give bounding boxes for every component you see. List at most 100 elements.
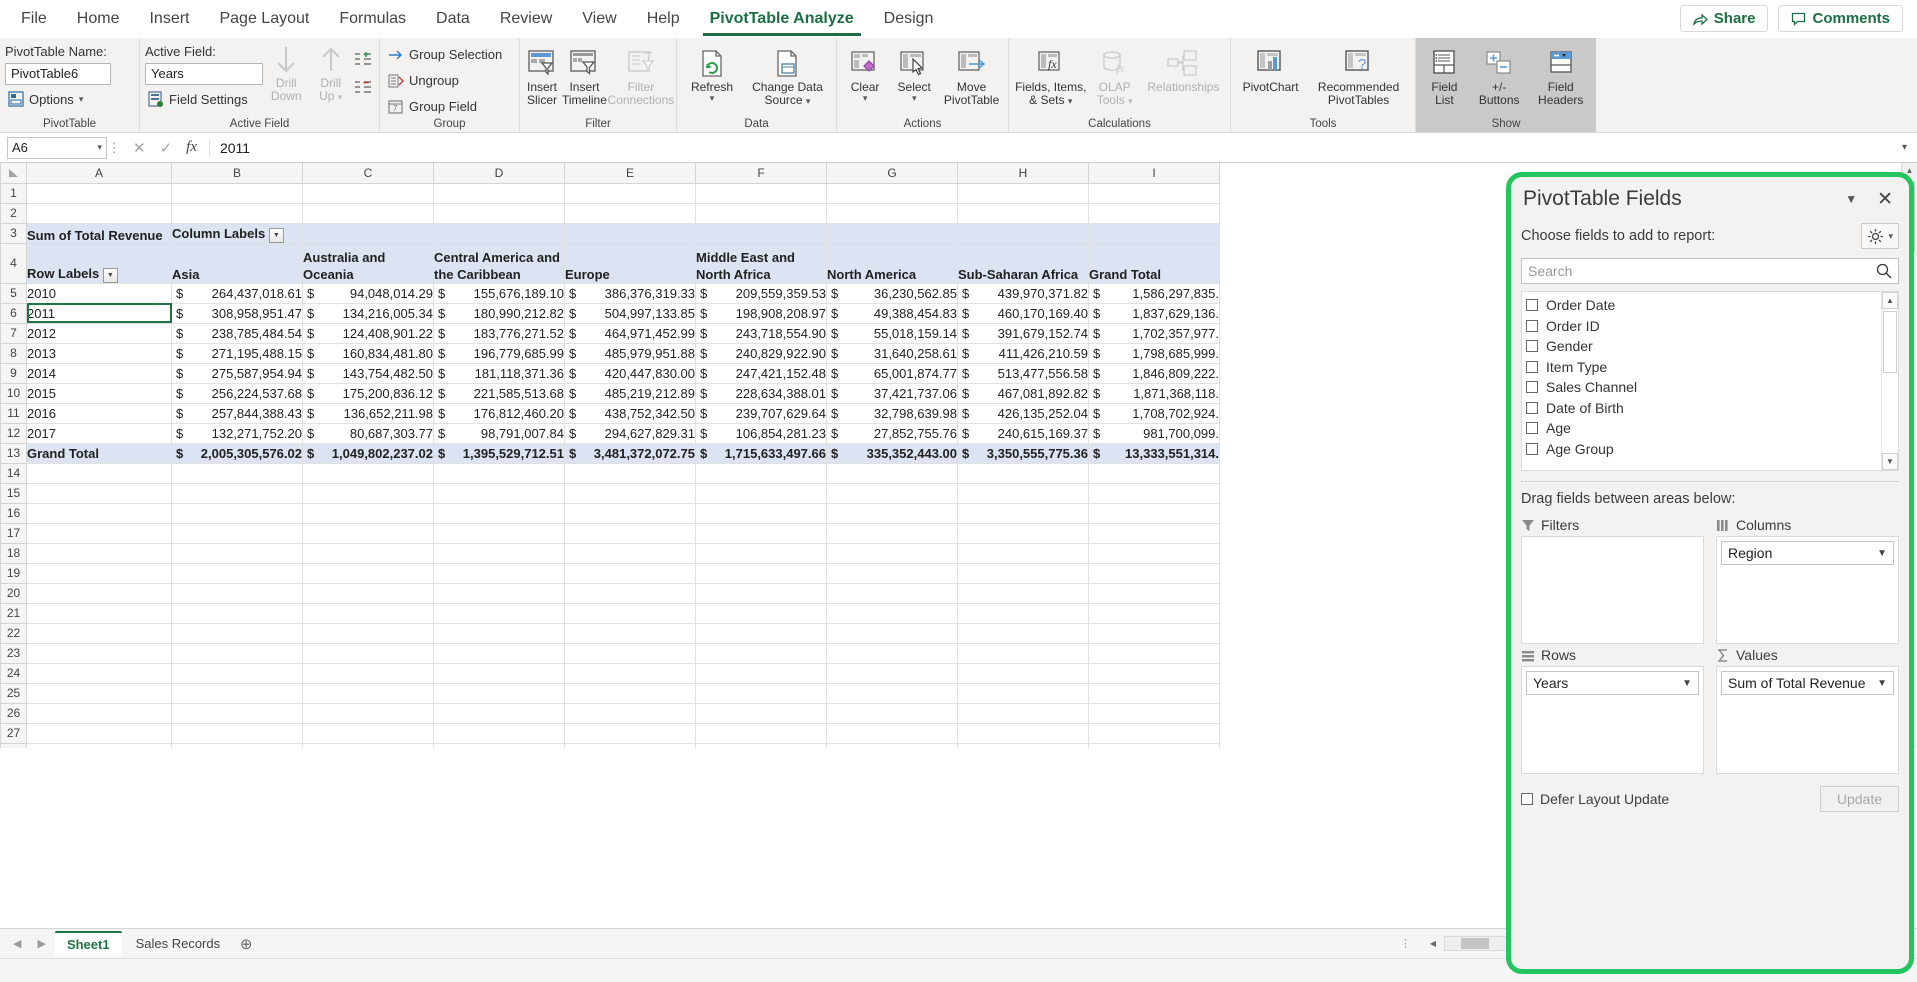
scroll-left-icon[interactable]: ◀ bbox=[1425, 939, 1441, 948]
cell[interactable] bbox=[172, 683, 303, 703]
pivot-value-cell[interactable]: $1,586,297,835. bbox=[1089, 283, 1220, 303]
cell[interactable] bbox=[1089, 563, 1220, 583]
expand-formula-bar-icon[interactable]: ▾ bbox=[1902, 142, 1915, 153]
grand-total-value[interactable]: $1,395,529,712.51 bbox=[434, 443, 565, 463]
field-list-item-3[interactable]: Item Type bbox=[1526, 357, 1898, 378]
cell[interactable] bbox=[303, 563, 434, 583]
area-field-chip[interactable]: Region▼ bbox=[1721, 541, 1894, 565]
column-header-e[interactable]: E bbox=[565, 163, 696, 183]
pivot-value-cell[interactable]: $49,388,454.83 bbox=[827, 303, 958, 323]
chevron-down-icon[interactable]: ▼ bbox=[1877, 678, 1887, 689]
split-handle[interactable]: ⋮ bbox=[1400, 937, 1422, 950]
pivot-value-cell[interactable]: $275,587,954.94 bbox=[172, 363, 303, 383]
cell[interactable] bbox=[1089, 463, 1220, 483]
cell[interactable] bbox=[303, 503, 434, 523]
cell[interactable] bbox=[27, 183, 172, 203]
cell[interactable] bbox=[434, 603, 565, 623]
area-drop-zone[interactable]: Years▼ bbox=[1521, 666, 1704, 774]
cell[interactable] bbox=[827, 183, 958, 203]
pivot-value-cell[interactable]: $439,970,371.82 bbox=[958, 283, 1089, 303]
row-header-25[interactable]: 25 bbox=[1, 683, 27, 703]
field-checkbox[interactable] bbox=[1526, 422, 1538, 434]
row-header-20[interactable]: 20 bbox=[1, 583, 27, 603]
cell[interactable] bbox=[303, 723, 434, 743]
cell[interactable] bbox=[565, 523, 696, 543]
cell[interactable] bbox=[696, 503, 827, 523]
pivot-value-cell[interactable]: $132,271,752.20 bbox=[172, 423, 303, 443]
cell[interactable] bbox=[565, 583, 696, 603]
cell[interactable] bbox=[827, 523, 958, 543]
cell[interactable] bbox=[434, 743, 565, 748]
pivot-value-cell[interactable]: $136,652,211.98 bbox=[303, 403, 434, 423]
cell[interactable] bbox=[303, 203, 434, 223]
field-checkbox[interactable] bbox=[1526, 361, 1538, 373]
cell[interactable] bbox=[827, 703, 958, 723]
cell[interactable] bbox=[172, 203, 303, 223]
sheet-tab-sales-records[interactable]: Sales Records bbox=[124, 932, 233, 955]
pivottable-name-input[interactable]: PivotTable6 bbox=[5, 63, 111, 85]
cell[interactable] bbox=[434, 643, 565, 663]
pivot-area-rows[interactable]: RowsYears▼ bbox=[1521, 644, 1710, 774]
cell[interactable] bbox=[696, 643, 827, 663]
tab-page-layout[interactable]: Page Layout bbox=[204, 0, 324, 37]
recommended-pivottables-button[interactable]: ? Recommended PivotTables bbox=[1307, 45, 1410, 109]
pivot-value-cell[interactable]: $1,708,702,924. bbox=[1089, 403, 1220, 423]
row-header-26[interactable]: 26 bbox=[1, 703, 27, 723]
cell[interactable] bbox=[303, 523, 434, 543]
next-sheet-icon[interactable]: ▶ bbox=[30, 937, 52, 950]
cell[interactable] bbox=[696, 603, 827, 623]
pivot-row-label[interactable]: 2015 bbox=[27, 383, 172, 403]
cell[interactable] bbox=[827, 543, 958, 563]
pivot-value-cell[interactable]: $228,634,388.01 bbox=[696, 383, 827, 403]
cell[interactable] bbox=[27, 643, 172, 663]
cell[interactable] bbox=[27, 543, 172, 563]
pivot-value-cell[interactable]: $55,018,159.14 bbox=[827, 323, 958, 343]
cell[interactable] bbox=[1089, 723, 1220, 743]
cell[interactable] bbox=[434, 523, 565, 543]
cell[interactable] bbox=[696, 663, 827, 683]
pivot-value-cell[interactable]: $106,854,281.23 bbox=[696, 423, 827, 443]
row-header-9[interactable]: 9 bbox=[1, 363, 27, 383]
area-drop-zone[interactable] bbox=[1521, 536, 1704, 644]
column-header-f[interactable]: F bbox=[696, 163, 827, 183]
cell[interactable] bbox=[303, 703, 434, 723]
cell[interactable] bbox=[27, 203, 172, 223]
row-header-16[interactable]: 16 bbox=[1, 503, 27, 523]
pivot-column-header-2[interactable]: Central America and the Caribbean bbox=[434, 243, 565, 283]
cell[interactable] bbox=[303, 643, 434, 663]
row-header-19[interactable]: 19 bbox=[1, 563, 27, 583]
pivot-value-cell[interactable]: $438,752,342.50 bbox=[565, 403, 696, 423]
cell[interactable] bbox=[565, 643, 696, 663]
cell[interactable] bbox=[696, 543, 827, 563]
cell[interactable] bbox=[958, 723, 1089, 743]
defer-layout-update-toggle[interactable]: Defer Layout Update bbox=[1521, 791, 1669, 807]
cell[interactable] bbox=[565, 543, 696, 563]
cell[interactable] bbox=[827, 663, 958, 683]
cell[interactable] bbox=[27, 663, 172, 683]
cell[interactable] bbox=[565, 223, 696, 243]
cell[interactable] bbox=[172, 463, 303, 483]
cell[interactable] bbox=[172, 483, 303, 503]
cell[interactable] bbox=[958, 663, 1089, 683]
pivot-row-label[interactable]: 2016 bbox=[27, 403, 172, 423]
area-field-chip[interactable]: Sum of Total Revenue▼ bbox=[1721, 671, 1894, 695]
cell[interactable] bbox=[696, 483, 827, 503]
cell[interactable] bbox=[1089, 683, 1220, 703]
cell[interactable] bbox=[303, 623, 434, 643]
row-header-4[interactable]: 4 bbox=[1, 243, 27, 283]
chevron-down-icon[interactable]: ▼ bbox=[1877, 548, 1887, 559]
row-header-24[interactable]: 24 bbox=[1, 663, 27, 683]
pivot-column-header-5[interactable]: North America bbox=[827, 243, 958, 283]
pivot-value-cell[interactable]: $175,200,836.12 bbox=[303, 383, 434, 403]
cell[interactable] bbox=[958, 463, 1089, 483]
row-header-17[interactable]: 17 bbox=[1, 523, 27, 543]
grand-total-label[interactable]: Grand Total bbox=[27, 443, 172, 463]
field-headers-button[interactable]: Field Headers bbox=[1530, 45, 1591, 109]
pivot-value-cell[interactable]: $143,754,482.50 bbox=[303, 363, 434, 383]
cell[interactable] bbox=[696, 563, 827, 583]
cell-a3[interactable]: Sum of Total Revenue bbox=[27, 223, 172, 243]
previous-sheet-icon[interactable]: ◀ bbox=[6, 937, 28, 950]
select-all-corner[interactable] bbox=[1, 163, 27, 183]
cell[interactable] bbox=[827, 643, 958, 663]
cell[interactable] bbox=[1089, 643, 1220, 663]
